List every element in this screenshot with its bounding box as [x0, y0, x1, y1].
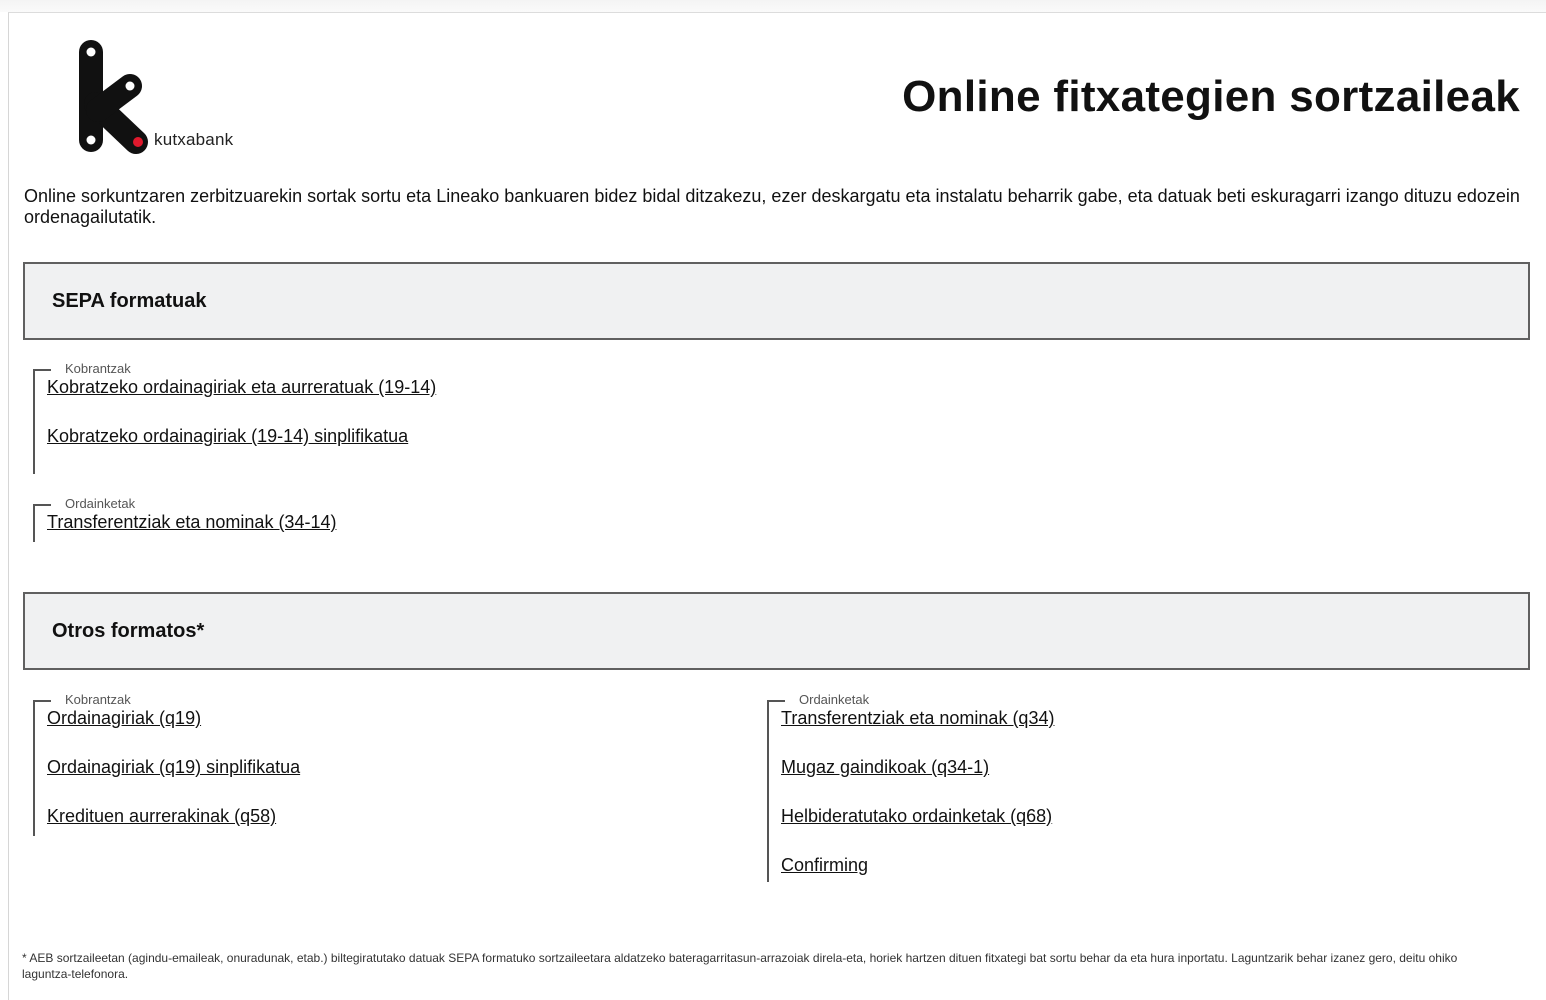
link-kobratzeko-ordainagiriak-aurreratuak[interactable]: Kobratzeko ordainagiriak eta aurreratuak…: [47, 377, 436, 398]
page-title: Online fitxategien sortzaileak: [902, 72, 1520, 121]
group-legend: Kobrantzak: [63, 361, 133, 376]
group-otros-kobrantzak: Kobrantzak Ordainagiriak (q19) Ordainagi…: [33, 692, 300, 836]
group-legend: Ordainketak: [63, 496, 138, 511]
kutxabank-logo: kutxabank: [74, 38, 254, 158]
link-ordainagiriak-q19-sinplifikatua[interactable]: Ordainagiriak (q19) sinplifikatua: [47, 757, 300, 778]
section-header-sepa: SEPA formatuak: [23, 262, 1530, 340]
group-sepa-kobrantzak: Kobrantzak Kobratzeko ordainagiriak eta …: [33, 361, 436, 474]
link-kredituen-aurrerakinak-q58[interactable]: Kredituen aurrerakinak (q58): [47, 806, 276, 827]
group-sepa-ordainketak: Ordainketak Transferentziak eta nominak …: [33, 496, 336, 542]
group-otros-ordainketak: Ordainketak Transferentziak eta nominak …: [767, 692, 1054, 882]
logo-text: kutxabank: [154, 130, 234, 149]
link-kobratzeko-ordainagiriak-sinplifikatua[interactable]: Kobratzeko ordainagiriak (19-14) sinplif…: [47, 426, 408, 447]
footnote: * AEB sortzaileetan (agindu-emaileak, on…: [22, 951, 1458, 981]
k-logo-icon: [79, 40, 148, 154]
link-transferentziak-nominak-q34[interactable]: Transferentziak eta nominak (q34): [781, 708, 1054, 729]
group-legend: Ordainketak: [797, 692, 872, 707]
link-ordainagiriak-q19[interactable]: Ordainagiriak (q19): [47, 708, 201, 729]
section-header-otros: Otros formatos*: [23, 592, 1530, 670]
link-helbideratutako-ordainketak-q68[interactable]: Helbideratutako ordainketak (q68): [781, 806, 1052, 827]
top-strip: [0, 0, 1546, 12]
link-confirming[interactable]: Confirming: [781, 855, 868, 876]
group-legend: Kobrantzak: [63, 692, 133, 707]
section-title-sepa: SEPA formatuak: [52, 290, 207, 312]
section-title-otros: Otros formatos*: [52, 620, 205, 642]
intro-text: Online sorkuntzaren zerbitzuarekin sorta…: [24, 186, 1520, 227]
page-frame: [8, 12, 1546, 1000]
link-transferentziak-nominak-34-14[interactable]: Transferentziak eta nominak (34-14): [47, 512, 336, 533]
link-mugaz-gaindikoak-q34-1[interactable]: Mugaz gaindikoak (q34-1): [781, 757, 989, 778]
